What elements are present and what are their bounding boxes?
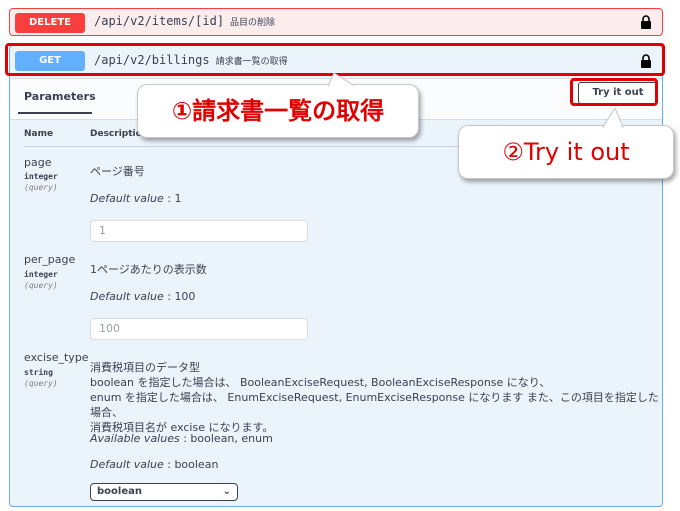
param-description: ページ番号 xyxy=(90,165,145,178)
column-name-header: Name xyxy=(24,129,54,139)
param-default: Default value : 100 xyxy=(90,290,196,303)
delete-summary: 品目の削除 xyxy=(230,18,276,28)
callout-tail xyxy=(328,73,354,87)
description-line: enum を指定した場合は、 EnumExciseRequest, EnumEx… xyxy=(90,391,659,419)
callout-tail xyxy=(602,108,624,128)
highlight-get-row xyxy=(5,43,665,76)
param-location: (query) xyxy=(24,281,58,290)
param-name: per_page xyxy=(24,253,76,266)
chevron-down-icon: ⌄ xyxy=(222,486,231,497)
delete-operation[interactable]: DELETE /api/v2/items/[id] 品目の削除 xyxy=(9,8,663,36)
page-input[interactable]: 1 xyxy=(90,220,308,242)
delete-method-badge: DELETE xyxy=(15,13,85,33)
param-description: 消費税項目のデータ型 boolean を指定した場合は、 BooleanExci… xyxy=(90,360,662,435)
param-description: 1ページあたりの表示数 xyxy=(90,263,207,276)
param-default: Default value : 1 xyxy=(90,192,182,205)
param-default: Default value : boolean xyxy=(90,458,219,471)
lock-icon[interactable] xyxy=(640,15,652,29)
param-type: string xyxy=(24,368,53,377)
param-location: (query) xyxy=(24,379,58,388)
description-line: boolean を指定した場合は、 BooleanExciseRequest, … xyxy=(90,376,551,389)
param-available-values: Available values : boolean, enum xyxy=(90,432,273,445)
param-name: excise_type xyxy=(24,351,89,364)
per-page-input[interactable]: 100 xyxy=(90,318,308,340)
param-location: (query) xyxy=(24,183,58,192)
callout-get-billings: ①請求書一覧の取得 xyxy=(137,73,419,138)
tab-parameters[interactable]: Parameters xyxy=(24,90,96,103)
tab-underline xyxy=(18,112,92,114)
highlight-try-button xyxy=(570,78,658,106)
description-line: 消費税項目のデータ型 xyxy=(90,361,200,374)
param-type: integer xyxy=(24,172,58,181)
param-name: page xyxy=(24,156,52,169)
delete-path: /api/v2/items/[id] 品目の削除 xyxy=(94,14,276,28)
callout-try-it-out: ②Try it out xyxy=(458,108,674,179)
excise-type-select[interactable]: boolean ⌄ xyxy=(90,483,238,501)
param-type: integer xyxy=(24,270,58,279)
